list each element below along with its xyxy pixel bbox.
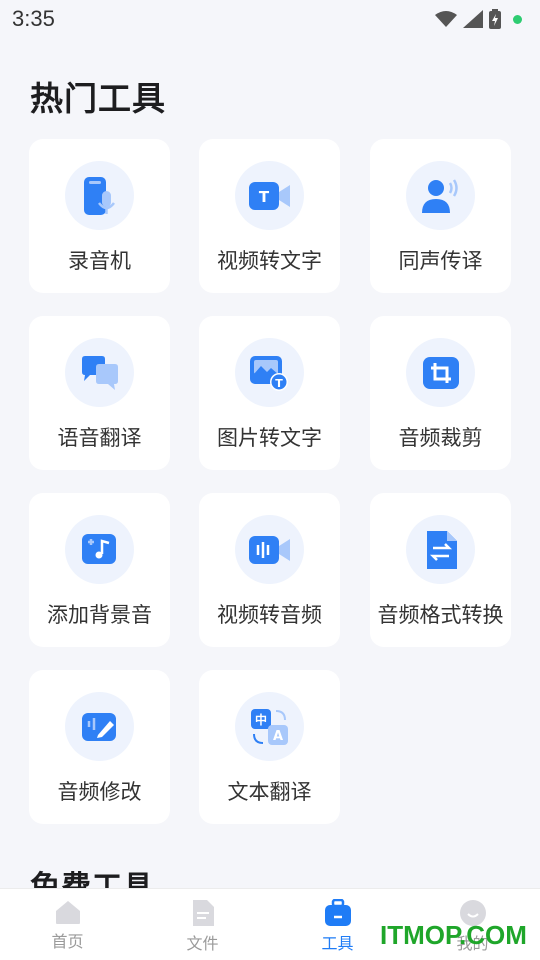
recorder-icon	[83, 176, 115, 215]
tool-label: 文本翻译	[227, 780, 312, 804]
battery-icon	[489, 9, 501, 29]
tool-add-background-music[interactable]: 添加背景音	[29, 493, 170, 647]
toolbox-icon	[324, 899, 351, 926]
tool-label: 录音机	[68, 249, 131, 273]
nav-home[interactable]: 首页	[0, 889, 135, 960]
tool-label: 音频修改	[57, 780, 142, 804]
tool-label: 图片转文字	[217, 426, 322, 450]
add-background-music-icon	[81, 533, 116, 564]
voice-translate-icon	[81, 355, 118, 390]
status-bar: 3:35	[0, 0, 540, 38]
tool-video-to-audio[interactable]: 视频转音频	[199, 493, 340, 647]
file-icon	[192, 900, 214, 926]
svg-text:T: T	[258, 188, 269, 206]
tool-voice-translate[interactable]: 语音翻译	[29, 316, 170, 470]
audio-edit-icon	[81, 712, 116, 741]
audio-crop-icon	[422, 356, 459, 389]
nav-label: 文件	[186, 934, 219, 953]
tool-label: 添加背景音	[47, 603, 152, 627]
tool-label: 音频格式转换	[377, 603, 504, 627]
tool-label: 同声传译	[398, 249, 483, 273]
text-translate-icon: 中 A	[250, 708, 288, 745]
tool-label: 视频转文字	[217, 249, 322, 273]
hot-tools-title: 热门工具	[30, 79, 166, 118]
screen: 3:35 热门工具 录音机 T 视频转文字 同声传译 语音翻译 T 图片转文字 …	[0, 0, 540, 960]
watermark: ITMOP.COM	[380, 920, 527, 950]
home-icon	[55, 901, 80, 924]
wifi-icon	[435, 11, 457, 27]
tool-audio-edit[interactable]: 音频修改	[29, 670, 170, 824]
simultaneous-interpretation-icon	[421, 178, 458, 213]
video-to-audio-icon	[248, 535, 290, 564]
svg-text:A: A	[272, 729, 282, 744]
tool-label: 视频转音频	[217, 603, 322, 627]
video-to-text-icon: T	[248, 181, 290, 210]
tool-label: 音频裁剪	[398, 426, 483, 450]
image-to-text-icon: T	[249, 355, 288, 391]
status-time: 3:35	[12, 6, 55, 31]
audio-format-convert-icon	[426, 530, 457, 569]
tool-recorder[interactable]: 录音机	[29, 139, 170, 293]
tool-label: 语音翻译	[57, 426, 142, 450]
nav-label: 工具	[321, 934, 354, 953]
tool-audio-crop[interactable]: 音频裁剪	[370, 316, 511, 470]
tool-audio-format-convert[interactable]: 音频格式转换	[370, 493, 511, 647]
nav-label: 首页	[51, 932, 84, 951]
status-icons	[435, 9, 522, 29]
svg-text:中: 中	[254, 712, 266, 727]
notification-dot	[513, 14, 522, 24]
svg-text:T: T	[275, 377, 283, 390]
tool-video-to-text[interactable]: T 视频转文字	[199, 139, 340, 293]
tool-image-to-text[interactable]: T 图片转文字	[199, 316, 340, 470]
tool-text-translate[interactable]: 中 A 文本翻译	[199, 670, 340, 824]
tool-simultaneous-interpretation[interactable]: 同声传译	[370, 139, 511, 293]
nav-file[interactable]: 文件	[135, 889, 270, 960]
signal-icon	[463, 10, 483, 28]
